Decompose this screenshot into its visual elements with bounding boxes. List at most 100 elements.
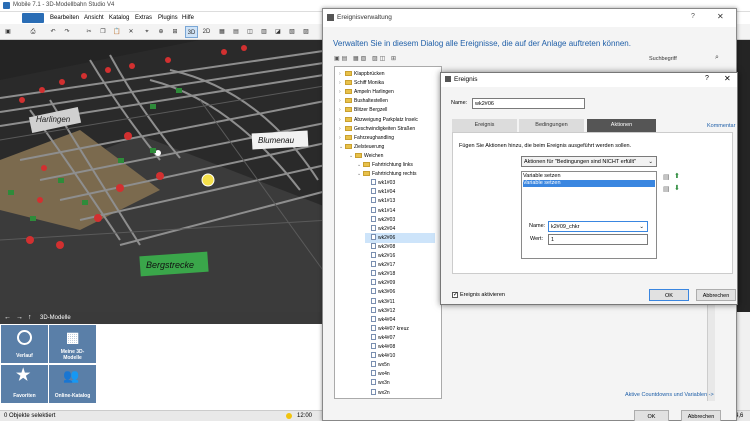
back-icon[interactable]: ← — [4, 314, 11, 321]
move-up-icon[interactable]: ⬆ — [674, 172, 680, 180]
event-dialog: Ereignis ? ✕ Name: wk2#06 Ereignis Bedin… — [440, 72, 738, 305]
clock-icon — [17, 330, 32, 345]
view-3d-button[interactable]: 3D — [185, 26, 198, 38]
event-tree[interactable]: › Klappbrücken › Schiff Monika › Ampeln Harli… — [334, 66, 442, 399]
dialog-icon — [327, 14, 334, 21]
tab-bedingungen[interactable]: Bedingungen — [519, 119, 584, 132]
tree-label: wx4n — [378, 371, 390, 378]
action-item-selected[interactable]: Variable setzen — [523, 180, 655, 187]
layer-icon[interactable]: ▤ — [231, 26, 241, 38]
tree-label: wx5n — [378, 362, 390, 369]
label-bergstrecke: Bergstrecke — [146, 260, 195, 270]
menu-hilfe[interactable]: Hilfe — [182, 15, 194, 21]
event-active-label: Ereignis aktivieren — [460, 292, 505, 298]
layer-icon[interactable]: ▦ — [217, 26, 227, 38]
model-catalog-tiles: Verlauf ▦ Meine 3D-Modelle ★ Favoriten 👥… — [0, 324, 334, 410]
tile-online-katalog[interactable]: 👥 Online-Katalog — [49, 365, 96, 403]
file-icon — [371, 188, 376, 195]
dialog-heading: Verwalten Sie in diesem Dialog alle Erei… — [333, 39, 631, 48]
tree-label: Zielsteuerung — [354, 143, 385, 150]
event-cancel-button[interactable]: Abbrechen — [696, 289, 736, 301]
event-active-checkbox[interactable]: ✓ — [452, 292, 458, 298]
event-name-input[interactable]: wk2#06 — [472, 98, 585, 109]
chevron-down-icon: ⌄ — [639, 224, 644, 230]
actions-hint: Fügen Sie Aktionen hinzu, die beim Ereig… — [459, 143, 632, 149]
layer-icon[interactable]: ◪ — [273, 26, 283, 38]
tree-label: Bushaltestellen — [354, 98, 388, 105]
file-icon — [371, 343, 376, 349]
variable-name-label: Name: — [529, 223, 546, 229]
folder-icon — [345, 107, 352, 113]
tree-label: wk4#04 — [378, 316, 396, 323]
tool-icon[interactable]: ⌖ — [142, 26, 152, 38]
tree-label: wk3#11 — [378, 298, 395, 305]
copy-icon[interactable]: ❐ — [98, 26, 108, 38]
tab-aktionen[interactable]: Aktionen — [587, 119, 656, 132]
folder-icon — [345, 116, 352, 122]
main-title: Mobile 7.1 - 3D-Modellbahn Studio V4 — [13, 2, 115, 8]
menu-ansicht[interactable]: Ansicht — [84, 15, 104, 21]
view-2d-button[interactable]: 2D — [200, 26, 213, 38]
menu-extras[interactable]: Extras — [135, 15, 152, 21]
action-list[interactable]: Variable setzen Variable setzen — [521, 171, 657, 259]
tile-label: Verlauf — [16, 353, 33, 359]
layer-icon[interactable]: ▨ — [301, 26, 311, 38]
paste-icon[interactable]: 📋 — [112, 26, 122, 38]
file-icon — [371, 206, 376, 213]
menu-bearbeiten[interactable]: Bearbeiten — [50, 15, 79, 21]
tile-meine-3d-modelle[interactable]: ▦ Meine 3D-Modelle — [49, 325, 96, 363]
file-icon — [371, 197, 376, 204]
forward-icon[interactable]: → — [16, 314, 23, 321]
event-dialog-icon — [445, 76, 451, 82]
tree-label: wk1#04 — [378, 189, 396, 196]
event-dialog-title: Ereignis — [454, 76, 478, 83]
close-icon[interactable]: ✕ — [724, 74, 731, 83]
file-menu-button[interactable] — [22, 13, 44, 23]
file-icon — [371, 324, 376, 331]
tree-item[interactable]: wx2n — [365, 388, 390, 398]
save-icon[interactable]: ▣ — [3, 26, 13, 38]
cut-icon[interactable]: ✂ — [84, 26, 94, 38]
comment-link[interactable]: Kommentar — [707, 123, 735, 129]
tile-label: Favoriten — [13, 393, 36, 399]
ok-button[interactable]: OK — [634, 410, 669, 421]
folder-icon — [345, 125, 352, 131]
layer-icon[interactable]: ▧ — [287, 26, 297, 38]
move-down-icon[interactable]: ⬇ — [674, 184, 680, 192]
action-item[interactable]: Variable setzen — [523, 173, 655, 180]
tile-favoriten[interactable]: ★ Favoriten — [1, 365, 48, 403]
up-icon[interactable]: ↑ — [28, 314, 32, 321]
tool-icon[interactable]: ⊞ — [170, 26, 180, 38]
redo-icon[interactable]: ↷ — [62, 26, 72, 38]
close-icon[interactable]: ✕ — [717, 12, 724, 21]
tree-label: wk4#07 — [378, 334, 396, 341]
menu-plugins[interactable]: Plugins — [158, 15, 178, 21]
print-icon[interactable]: ⎙ — [28, 26, 38, 38]
cancel-button[interactable]: Abbrechen — [681, 410, 721, 421]
delete-icon[interactable]: ✕ — [126, 26, 136, 38]
help-icon[interactable]: ? — [691, 13, 695, 20]
nav-title: 3D-Modelle — [40, 315, 71, 321]
tab-ereignis[interactable]: Ereignis — [452, 119, 517, 132]
tool-icon[interactable]: ⊕ — [156, 26, 166, 38]
undo-icon[interactable]: ↶ — [48, 26, 58, 38]
tree-label: wk2#03 — [378, 216, 396, 223]
tree-label: Blitzer Bergzell — [354, 107, 388, 114]
countdowns-link[interactable]: Aktive Countdowns und Variablen -> — [625, 392, 714, 398]
search-icon[interactable]: ⌕ — [715, 54, 719, 62]
action-type-dropdown[interactable]: Aktionen für "Bedingungen sind NICHT erf… — [521, 156, 657, 167]
menu-katalog[interactable]: Katalog — [109, 15, 129, 21]
layer-icon[interactable]: ◫ — [245, 26, 255, 38]
event-ok-button[interactable]: OK — [649, 289, 689, 301]
help-icon[interactable]: ? — [705, 75, 709, 82]
file-icon — [371, 352, 376, 359]
tile-verlauf[interactable]: Verlauf — [1, 325, 48, 363]
tree-label: Fahrtrichtung links — [372, 162, 413, 168]
add-action-icon[interactable]: ▤ — [663, 173, 670, 181]
variable-name-input[interactable]: k2#09_chkr ⌄ — [548, 221, 648, 232]
sun-icon — [286, 413, 292, 419]
delete-action-icon[interactable]: ▤ — [663, 185, 670, 193]
value-input[interactable]: 1 — [548, 234, 648, 245]
layer-icon[interactable]: ▥ — [259, 26, 269, 38]
time-display: 12:00 — [297, 413, 313, 419]
